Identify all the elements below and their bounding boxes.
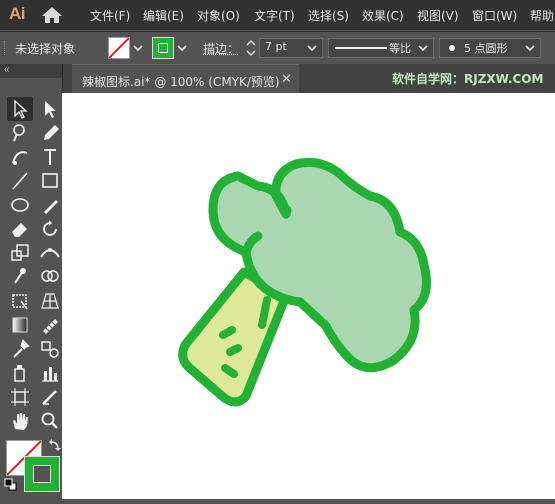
document-tab-label: 辣椒图标.ai* @ 100% (CMYK/预览): [82, 75, 280, 89]
mesh-tool-icon[interactable]: [37, 313, 63, 337]
eyedropper-tool-icon[interactable]: [7, 337, 33, 361]
chevron-down-icon[interactable]: [415, 38, 431, 58]
zoom-tool-icon[interactable]: [37, 409, 63, 433]
stroke-color-box[interactable]: [24, 456, 60, 492]
curvature-tool-icon[interactable]: [7, 145, 33, 169]
type-tool-icon[interactable]: [37, 145, 63, 169]
stroke-swatch[interactable]: [152, 37, 174, 59]
menu-select[interactable]: 选择(S): [308, 7, 349, 24]
menu-help[interactable]: 帮助: [530, 7, 554, 24]
stroke-weight-field[interactable]: 7 pt: [259, 38, 323, 58]
profile-label: 等比: [389, 42, 411, 55]
app-logo: Ai: [9, 4, 26, 23]
artboard-tool-icon[interactable]: [7, 385, 33, 409]
menu-effect[interactable]: 效果(C): [362, 7, 404, 24]
stroke-label[interactable]: 描边：: [203, 40, 239, 57]
free-transform-tool-icon[interactable]: [7, 289, 33, 313]
menu-bar: Ai 文件(F) 编辑(E) 对象(O) 文字(T) 选择(S) 效果(C) 视…: [0, 0, 555, 30]
selection-tool-icon[interactable]: [7, 97, 33, 121]
stroke-weight-value: 7 pt: [265, 40, 287, 53]
pen-tool-icon[interactable]: [37, 121, 63, 145]
menu-object[interactable]: 对象(O): [197, 7, 240, 24]
stem-branch: [258, 296, 271, 329]
control-bar: 未选择对象 描边： 7 pt 等比 5 点圆形: [0, 31, 555, 65]
broccoli-artwork[interactable]: [62, 93, 555, 499]
chevron-down-icon[interactable]: [304, 38, 320, 58]
brush-dot-icon: [449, 45, 455, 51]
menu-view[interactable]: 视图(V): [417, 7, 459, 24]
stroke-color-inner: [33, 465, 51, 483]
blend-tool-icon[interactable]: [37, 337, 63, 361]
default-colors-icon[interactable]: [4, 478, 18, 492]
brush-label: 5 点圆形: [464, 42, 508, 55]
ellipse-tool-icon[interactable]: [7, 193, 33, 217]
collapse-icon[interactable]: «: [4, 64, 10, 75]
pencil-tool-icon[interactable]: [37, 193, 63, 217]
hand-tool-icon[interactable]: [7, 409, 33, 433]
menu-window[interactable]: 窗口(W): [472, 7, 517, 24]
gradient-tool-icon[interactable]: [7, 313, 33, 337]
control-bar-grip[interactable]: [4, 41, 7, 55]
profile-line: [335, 47, 387, 49]
chevron-down-icon[interactable]: [130, 38, 146, 58]
watermark-text: 软件自学网：RJZXW.COM: [392, 72, 544, 86]
none-swatch-icon: [109, 38, 129, 58]
document-tab-bar: 辣椒图标.ai* @ 100% (CMYK/预览) ✕ 软件自学网：RJZXW.…: [62, 64, 555, 94]
eraser-tool-icon[interactable]: [7, 217, 33, 241]
selection-status: 未选择对象: [15, 42, 76, 56]
document-tab[interactable]: 辣椒图标.ai* @ 100% (CMYK/预览) ✕: [72, 64, 299, 94]
line-tool-icon[interactable]: [7, 169, 33, 193]
chevron-down-icon[interactable]: [174, 38, 190, 58]
head-detail: [281, 205, 292, 219]
swap-colors-icon[interactable]: [48, 438, 62, 452]
chevron-down-icon[interactable]: [522, 38, 538, 58]
fill-swatch[interactable]: [108, 37, 130, 59]
direct-selection-tool-icon[interactable]: [37, 97, 63, 121]
perspective-grid-tool-icon[interactable]: [37, 289, 63, 313]
stem-detail: [219, 326, 236, 339]
stroke-swatch-inner: [158, 43, 168, 53]
brush-definition[interactable]: 5 点圆形: [439, 38, 541, 58]
menu-file[interactable]: 文件(F): [90, 7, 130, 24]
home-icon[interactable]: [41, 5, 63, 25]
rotate-tool-icon[interactable]: [37, 217, 63, 241]
tools-panel-header[interactable]: «: [0, 64, 62, 78]
width-tool-icon[interactable]: [37, 241, 63, 265]
scale-tool-icon[interactable]: [7, 241, 33, 265]
close-icon[interactable]: ✕: [281, 71, 292, 87]
slice-tool-icon[interactable]: [37, 385, 63, 409]
menu-type[interactable]: 文字(T): [254, 7, 295, 24]
shape-builder-tool-icon[interactable]: [37, 265, 63, 289]
rectangle-tool-icon[interactable]: [37, 169, 63, 193]
column-graph-tool-icon[interactable]: [37, 361, 63, 385]
variable-width-profile[interactable]: 等比: [328, 38, 434, 58]
puppet-warp-tool-icon[interactable]: [7, 265, 33, 289]
menu-edit[interactable]: 编辑(E): [143, 7, 184, 24]
magic-wand-tool-icon[interactable]: [7, 121, 33, 145]
tools-panel: «: [0, 64, 63, 499]
stepper-icon[interactable]: [244, 37, 258, 59]
artboard-canvas[interactable]: [62, 93, 555, 499]
symbol-sprayer-tool-icon[interactable]: [7, 361, 33, 385]
